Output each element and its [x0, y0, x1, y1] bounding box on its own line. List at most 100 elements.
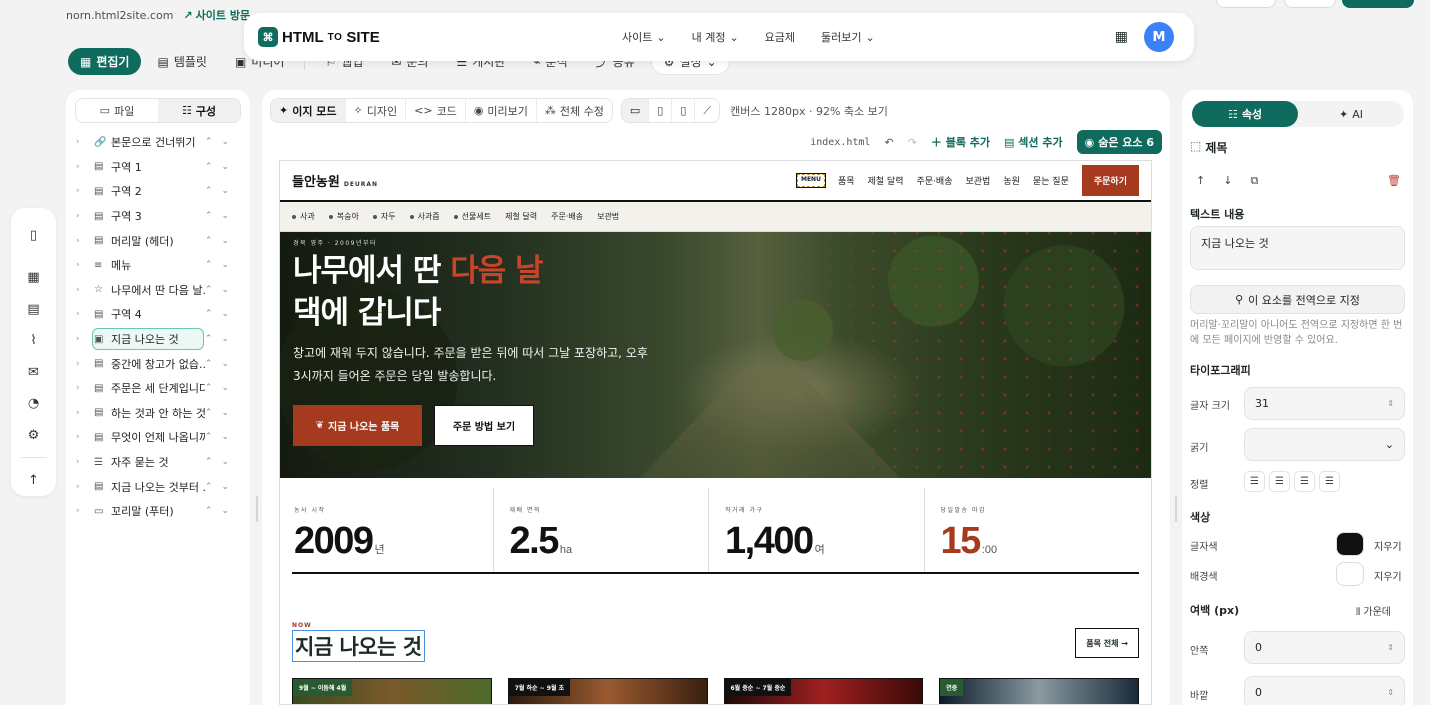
tree-item[interactable]: › ▭ 꼬리말 (푸터) ⌃⌄: [76, 499, 246, 524]
undo-icon[interactable]: ↶: [884, 136, 893, 149]
product-card[interactable]: 6월 중순 ~ 7월 중순: [723, 678, 924, 704]
tab-ai[interactable]: ✦ AI: [1298, 101, 1404, 127]
tree-item[interactable]: › ▤ 구역 4 ⌃⌄: [76, 302, 246, 327]
stat-item[interactable]: 직거래 가구 1,400 여: [709, 488, 925, 572]
chevron-right-icon[interactable]: ›: [76, 482, 88, 492]
site-nav-item[interactable]: 주문·배송: [917, 174, 953, 187]
reorder-arrows-icon[interactable]: ⌃⌄: [205, 482, 238, 492]
mode-preview[interactable]: ◉ 미리보기: [466, 99, 537, 122]
reorder-arrows-icon[interactable]: ⌃⌄: [205, 506, 238, 516]
stat-item[interactable]: 농사 시작 2009 년: [292, 488, 494, 572]
tree-item[interactable]: › 🔗 본문으로 건너뛰기 ⌃⌄: [76, 130, 246, 155]
reorder-arrows-icon[interactable]: ⌃⌄: [205, 186, 238, 196]
tree-item[interactable]: › ☆ 나무에서 딴 다음 날... ⌃⌄: [76, 278, 246, 303]
order-method-button[interactable]: 주문 방법 보기: [434, 405, 534, 446]
mode-edit-all[interactable]: ⁂ 전체 수정: [537, 99, 612, 122]
site-nav-item[interactable]: 보관법: [965, 174, 990, 187]
layout-icon[interactable]: ▤: [20, 293, 48, 325]
chevron-right-icon[interactable]: ›: [76, 432, 88, 442]
chevron-right-icon[interactable]: ›: [76, 506, 88, 516]
align-left-icon[interactable]: ☰: [1244, 471, 1265, 492]
move-up-icon[interactable]: ↑: [1196, 174, 1205, 188]
clear-text-color-button[interactable]: 지우기: [1374, 538, 1402, 553]
top-right-button[interactable]: [1284, 0, 1336, 8]
gauge-icon[interactable]: ◔: [20, 388, 48, 420]
hidden-elements-button[interactable]: ◉ 숨은 요소 6: [1076, 130, 1162, 154]
tree-item[interactable]: › ▤ 중간에 창고가 없습... ⌃⌄: [76, 351, 246, 376]
site-header[interactable]: 들안농원 DEURAN MENU 품목 제철 달력 주문·배송 보관법 농원 묻는…: [280, 161, 1151, 202]
category-item[interactable]: 보관법: [597, 211, 619, 222]
text-content-input[interactable]: 지금 나오는 것: [1190, 226, 1405, 270]
reorder-arrows-icon[interactable]: ⌃⌄: [205, 309, 238, 319]
tree-item[interactable]: › ☰ 자주 묻는 것 ⌃⌄: [76, 450, 246, 475]
make-global-button[interactable]: ⚲ 이 요소를 전역으로 지정: [1190, 285, 1405, 314]
inbox-icon[interactable]: ✉: [20, 357, 48, 389]
chevron-right-icon[interactable]: ›: [76, 285, 88, 295]
category-item[interactable]: 사과: [292, 211, 315, 222]
chevron-right-icon[interactable]: ›: [76, 162, 88, 172]
chevron-right-icon[interactable]: ›: [76, 137, 88, 147]
mode-design[interactable]: ✧ 디자인: [346, 99, 407, 122]
chevron-right-icon[interactable]: ›: [76, 457, 88, 467]
chevron-right-icon[interactable]: ›: [76, 186, 88, 196]
tree-item[interactable]: › ▤ 무엇이 언제 나옵니까 ⌃⌄: [76, 425, 246, 450]
apps-grid-icon[interactable]: ▦: [1115, 29, 1128, 45]
current-items-button[interactable]: ❦ 지금 나오는 품목: [293, 405, 422, 446]
resize-handle[interactable]: [256, 496, 258, 522]
publish-button[interactable]: [1342, 0, 1414, 8]
reorder-arrows-icon[interactable]: ⌃⌄: [205, 285, 238, 295]
tree-item[interactable]: › ▤ 구역 1 ⌃⌄: [76, 155, 246, 180]
nav-item-site[interactable]: 사이트 ⌄: [622, 29, 666, 45]
reorder-arrows-icon[interactable]: ⌃⌄: [205, 334, 238, 344]
chevron-right-icon[interactable]: ›: [76, 211, 88, 221]
nav-item-pricing[interactable]: 요금제: [765, 29, 795, 45]
reorder-arrows-icon[interactable]: ⌃⌄: [205, 162, 238, 172]
chevron-right-icon[interactable]: ›: [76, 334, 88, 344]
stepper-icon[interactable]: ⇕: [1387, 643, 1394, 652]
menu-toggle[interactable]: MENU: [795, 173, 826, 188]
tab-structure[interactable]: ☷ 구성: [158, 99, 240, 122]
tree-item[interactable]: › ▤ 구역 2 ⌃⌄: [76, 179, 246, 204]
tab-properties[interactable]: ☷ 속성: [1192, 101, 1298, 127]
category-item[interactable]: 사과즙: [409, 211, 440, 222]
category-item[interactable]: 주문·배송: [551, 211, 583, 222]
resize-handle[interactable]: [1175, 496, 1177, 522]
chevron-right-icon[interactable]: ›: [76, 383, 88, 393]
sidebar-toggle-icon[interactable]: ▯: [20, 220, 48, 252]
avatar[interactable]: M: [1144, 22, 1174, 52]
visit-site-link[interactable]: ↗ 사이트 방문: [183, 7, 250, 23]
chevron-right-icon[interactable]: ›: [76, 359, 88, 369]
chevron-right-icon[interactable]: ›: [76, 309, 88, 319]
tree-item[interactable]: › ▣ 지금 나오는 것 ⌃⌄: [76, 327, 246, 352]
padding-input[interactable]: 0 ⇕: [1244, 631, 1405, 664]
hero-section[interactable]: 경북 영주 · 2009년부터 나무에서 딴 다음 날 댁에 갑니다 창고에 재워…: [280, 232, 1151, 478]
stepper-icon[interactable]: ⇕: [1387, 688, 1394, 697]
tree-item[interactable]: › ▤ 지금 나오는 것부터 ... ⌃⌄: [76, 474, 246, 499]
category-item[interactable]: 제철 달력: [505, 211, 537, 222]
gear-icon[interactable]: ⚙: [20, 420, 48, 452]
delete-icon[interactable]: 🗑: [1387, 174, 1401, 187]
tree-item[interactable]: › ▤ 구역 3 ⌃⌄: [76, 204, 246, 229]
margin-input[interactable]: 0 ⇕: [1244, 676, 1405, 705]
reorder-arrows-icon[interactable]: ⌃⌄: [205, 432, 238, 442]
tab-templates[interactable]: ▤ 템플릿: [145, 48, 218, 75]
nav-item-explore[interactable]: 둘러보기 ⌄: [821, 29, 875, 45]
weight-select[interactable]: ⌄: [1244, 428, 1405, 461]
align-justify-icon[interactable]: ☰: [1319, 471, 1340, 492]
chevron-right-icon[interactable]: ›: [76, 236, 88, 246]
brand-logo[interactable]: ⌘ HTML TO SITE: [258, 27, 380, 47]
align-center-icon[interactable]: ☰: [1269, 471, 1290, 492]
align-right-icon[interactable]: ☰: [1294, 471, 1315, 492]
clear-bg-color-button[interactable]: 지우기: [1374, 568, 1402, 583]
reorder-arrows-icon[interactable]: ⌃⌄: [205, 211, 238, 221]
site-logo[interactable]: 들안농원 DEURAN: [292, 171, 378, 190]
chevron-right-icon[interactable]: ›: [76, 408, 88, 418]
ruler-icon[interactable]: ⟋: [695, 99, 719, 122]
tree-item[interactable]: › ▤ 머리말 (헤더) ⌃⌄: [76, 228, 246, 253]
site-nav-item[interactable]: 농원: [1003, 174, 1020, 187]
reorder-arrows-icon[interactable]: ⌃⌄: [205, 457, 238, 467]
tab-files[interactable]: ▭ 파일: [76, 99, 158, 122]
stat-item[interactable]: 당일발송 마감 15:00: [925, 488, 1140, 572]
stepper-icon[interactable]: ⇕: [1387, 399, 1394, 408]
reorder-arrows-icon[interactable]: ⌃⌄: [205, 236, 238, 246]
